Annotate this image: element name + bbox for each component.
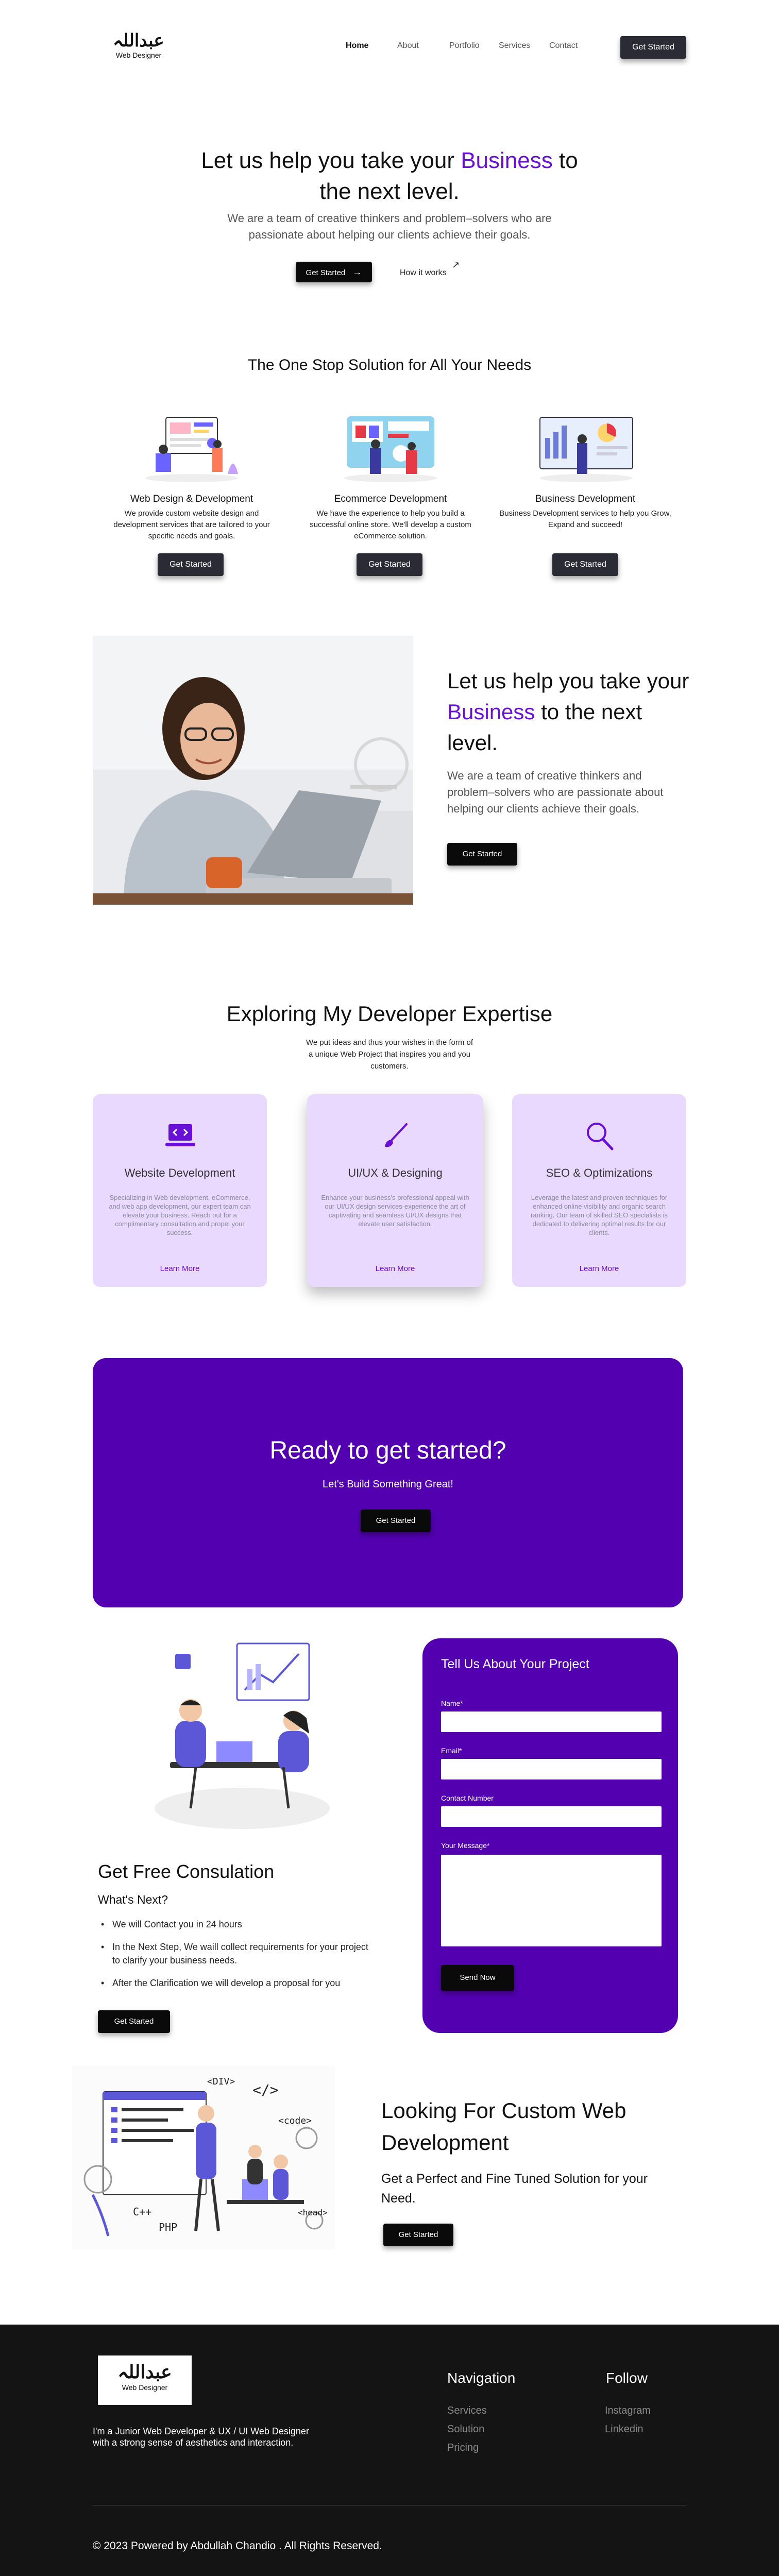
head-tag-label: <head> bbox=[298, 2208, 328, 2217]
project-form: Tell Us About Your Project Name* Email* … bbox=[422, 1638, 678, 2033]
magnifier-icon bbox=[587, 1123, 614, 1150]
footer-logo[interactable]: عبداللہ Web Designer bbox=[98, 2355, 192, 2405]
footer-link-solution[interactable]: Solution bbox=[447, 2424, 484, 2435]
solutions-heading: The One Stop Solution for All Your Needs bbox=[247, 357, 532, 374]
footer-link-pricing[interactable]: Pricing bbox=[447, 2442, 479, 2454]
footer-follow-heading: Follow bbox=[606, 2370, 648, 2386]
footer-logo-subtitle: Web Designer bbox=[122, 2383, 168, 2392]
hero-title-accent: Business bbox=[461, 148, 553, 173]
nav-portfolio[interactable]: Portfolio bbox=[449, 41, 480, 50]
solution-web-button[interactable]: Get Started bbox=[158, 553, 224, 576]
solution-desc-web: We provide custom website design and dev… bbox=[113, 509, 270, 540]
list-item: • We will Contact you in 24 hours bbox=[101, 1919, 242, 1929]
email-field[interactable] bbox=[441, 1759, 662, 1780]
name-label: Name* bbox=[441, 1699, 463, 1707]
footer-nav-heading: Navigation bbox=[447, 2370, 516, 2386]
footer-about: I'm a Junior Web Developer & UX / UI Web… bbox=[93, 2426, 309, 2448]
ecommerce-illustration bbox=[344, 416, 437, 482]
footer-link-linkedin[interactable]: Linkedin bbox=[605, 2424, 643, 2435]
message-field[interactable] bbox=[441, 1855, 662, 1946]
expertise-card-desc: Specializing in Web development, eCommer… bbox=[109, 1194, 251, 1236]
about-description: We are a team of creative thinkers and p… bbox=[447, 769, 664, 815]
expertise-card-seo[interactable]: SEO & Optimizations Leverage the latest … bbox=[512, 1094, 686, 1287]
hero-get-started-button[interactable]: Get Started → bbox=[296, 262, 372, 282]
learn-more-link[interactable]: Learn More bbox=[93, 1264, 267, 1273]
cta-title: Ready to get started? bbox=[269, 1437, 506, 1464]
about-title-accent: Business bbox=[447, 700, 535, 724]
footer-copyright: © 2023 Powered by Abdullah Chandio . All… bbox=[93, 2540, 382, 2552]
laptop-code-icon bbox=[165, 1124, 195, 1146]
custom-subtitle: Get a Perfect and Fine Tuned Solution fo… bbox=[381, 2172, 648, 2206]
about-title: Let us help you take your Business to th… bbox=[447, 666, 695, 758]
send-now-button[interactable]: Send Now bbox=[441, 1965, 514, 1991]
email-label: Email* bbox=[441, 1747, 462, 1755]
how-it-works-label: How it works bbox=[400, 268, 447, 277]
nav-about[interactable]: About bbox=[397, 41, 419, 50]
expertise-card-desc: Enhance your business's professional app… bbox=[321, 1194, 469, 1228]
cpp-label: C++ bbox=[133, 2206, 151, 2218]
arrow-up-right-icon: ↗ bbox=[452, 260, 460, 270]
consultation-title: Get Free Consulation bbox=[98, 1861, 275, 1882]
nav-contact[interactable]: Contact bbox=[549, 41, 578, 50]
solution-ecommerce-button[interactable]: Get Started bbox=[357, 553, 422, 576]
learn-more-link[interactable]: Learn More bbox=[307, 1264, 483, 1273]
expertise-card-uiux[interactable]: UI/UX & Designing Enhance your business'… bbox=[307, 1094, 483, 1287]
phone-field[interactable] bbox=[441, 1806, 662, 1827]
form-title: Tell Us About Your Project bbox=[441, 1657, 589, 1671]
about-get-started-button[interactable]: Get Started bbox=[447, 843, 517, 866]
footer: عبداللہ Web Designer I'm a Junior Web De… bbox=[0, 2325, 779, 2576]
footer-link-instagram[interactable]: Instagram bbox=[605, 2405, 651, 2417]
cta-subtitle: Let's Build Something Great! bbox=[323, 1479, 453, 1490]
hero-get-started-label: Get Started bbox=[306, 268, 346, 277]
expertise-heading: Exploring My Developer Expertise bbox=[226, 1002, 553, 1026]
web-design-illustration bbox=[145, 417, 238, 482]
expertise-card-title: SEO & Optimizations bbox=[546, 1166, 653, 1179]
footer-link-services[interactable]: Services bbox=[447, 2405, 487, 2417]
message-label: Your Message* bbox=[441, 1841, 490, 1850]
php-label: PHP bbox=[159, 2221, 177, 2233]
expertise-card-title: Website Development bbox=[124, 1166, 235, 1179]
expertise-card-web[interactable]: Website Development Specializing in Web … bbox=[93, 1094, 267, 1287]
solution-title-ecommerce: Ecommerce Development bbox=[334, 494, 447, 504]
consultation-subtitle: What's Next? bbox=[98, 1893, 168, 1906]
list-item: • In the Next Step, We waill collect requ… bbox=[101, 1942, 368, 1965]
custom-title: Looking For Custom Web Development bbox=[381, 2098, 626, 2155]
learn-more-link[interactable]: Learn More bbox=[512, 1264, 686, 1273]
woman-laptop-photo bbox=[93, 636, 413, 905]
how-it-works-link[interactable]: How it works ↗ bbox=[400, 260, 460, 278]
div-tag-label: <DIV> bbox=[207, 2076, 235, 2087]
about-title-pre: Let us help you take your bbox=[447, 669, 689, 693]
list-item: • After the Clarification we will develop… bbox=[101, 1978, 341, 1988]
coding-team-illustration: <DIV> </> <code> C++ PHP <head> bbox=[72, 2066, 335, 2249]
cta-banner: Ready to get started? Let's Build Someth… bbox=[93, 1358, 683, 1607]
consultation-steps: • We will Contact you in 24 hours • In the… bbox=[101, 1918, 374, 1990]
code-tag-label: <code> bbox=[278, 2115, 312, 2126]
name-field[interactable] bbox=[441, 1711, 662, 1732]
hero-title: Let us help you take your Business to th… bbox=[183, 145, 596, 207]
expertise-card-desc: Leverage the latest and proven technique… bbox=[531, 1194, 668, 1236]
brush-icon bbox=[385, 1123, 408, 1147]
nav-home[interactable]: Home bbox=[346, 41, 368, 50]
consultation-get-started-button[interactable]: Get Started bbox=[98, 2010, 170, 2033]
solution-title-web: Web Design & Development bbox=[130, 494, 253, 504]
nav-get-started-button[interactable]: Get Started bbox=[620, 36, 686, 59]
consultation-illustration bbox=[155, 1642, 330, 1829]
custom-get-started-button[interactable]: Get Started bbox=[383, 2224, 453, 2246]
phone-label: Contact Number bbox=[441, 1794, 494, 1802]
arrow-right-icon: → bbox=[352, 267, 362, 277]
nav-services[interactable]: Services bbox=[499, 41, 530, 50]
solution-business-button[interactable]: Get Started bbox=[552, 553, 618, 576]
expertise-subheading: We put ideas and thus your wishes in the… bbox=[306, 1038, 473, 1071]
hero-description: We are a team of creative thinkers and p… bbox=[227, 212, 552, 241]
expertise-card-title: UI/UX & Designing bbox=[348, 1166, 443, 1179]
solution-title-business: Business Development bbox=[535, 494, 636, 504]
code-symbol-label: </> bbox=[252, 2081, 279, 2098]
cta-get-started-button[interactable]: Get Started bbox=[361, 1510, 431, 1532]
hero-title-pre: Let us help you take your bbox=[201, 148, 461, 173]
footer-logo-mark: عبداللہ bbox=[117, 2361, 172, 2383]
solution-desc-business: Business Development services to help yo… bbox=[499, 509, 671, 529]
solution-desc-ecommerce: We have the experience to help you build… bbox=[310, 509, 471, 540]
business-illustration bbox=[539, 417, 633, 482]
